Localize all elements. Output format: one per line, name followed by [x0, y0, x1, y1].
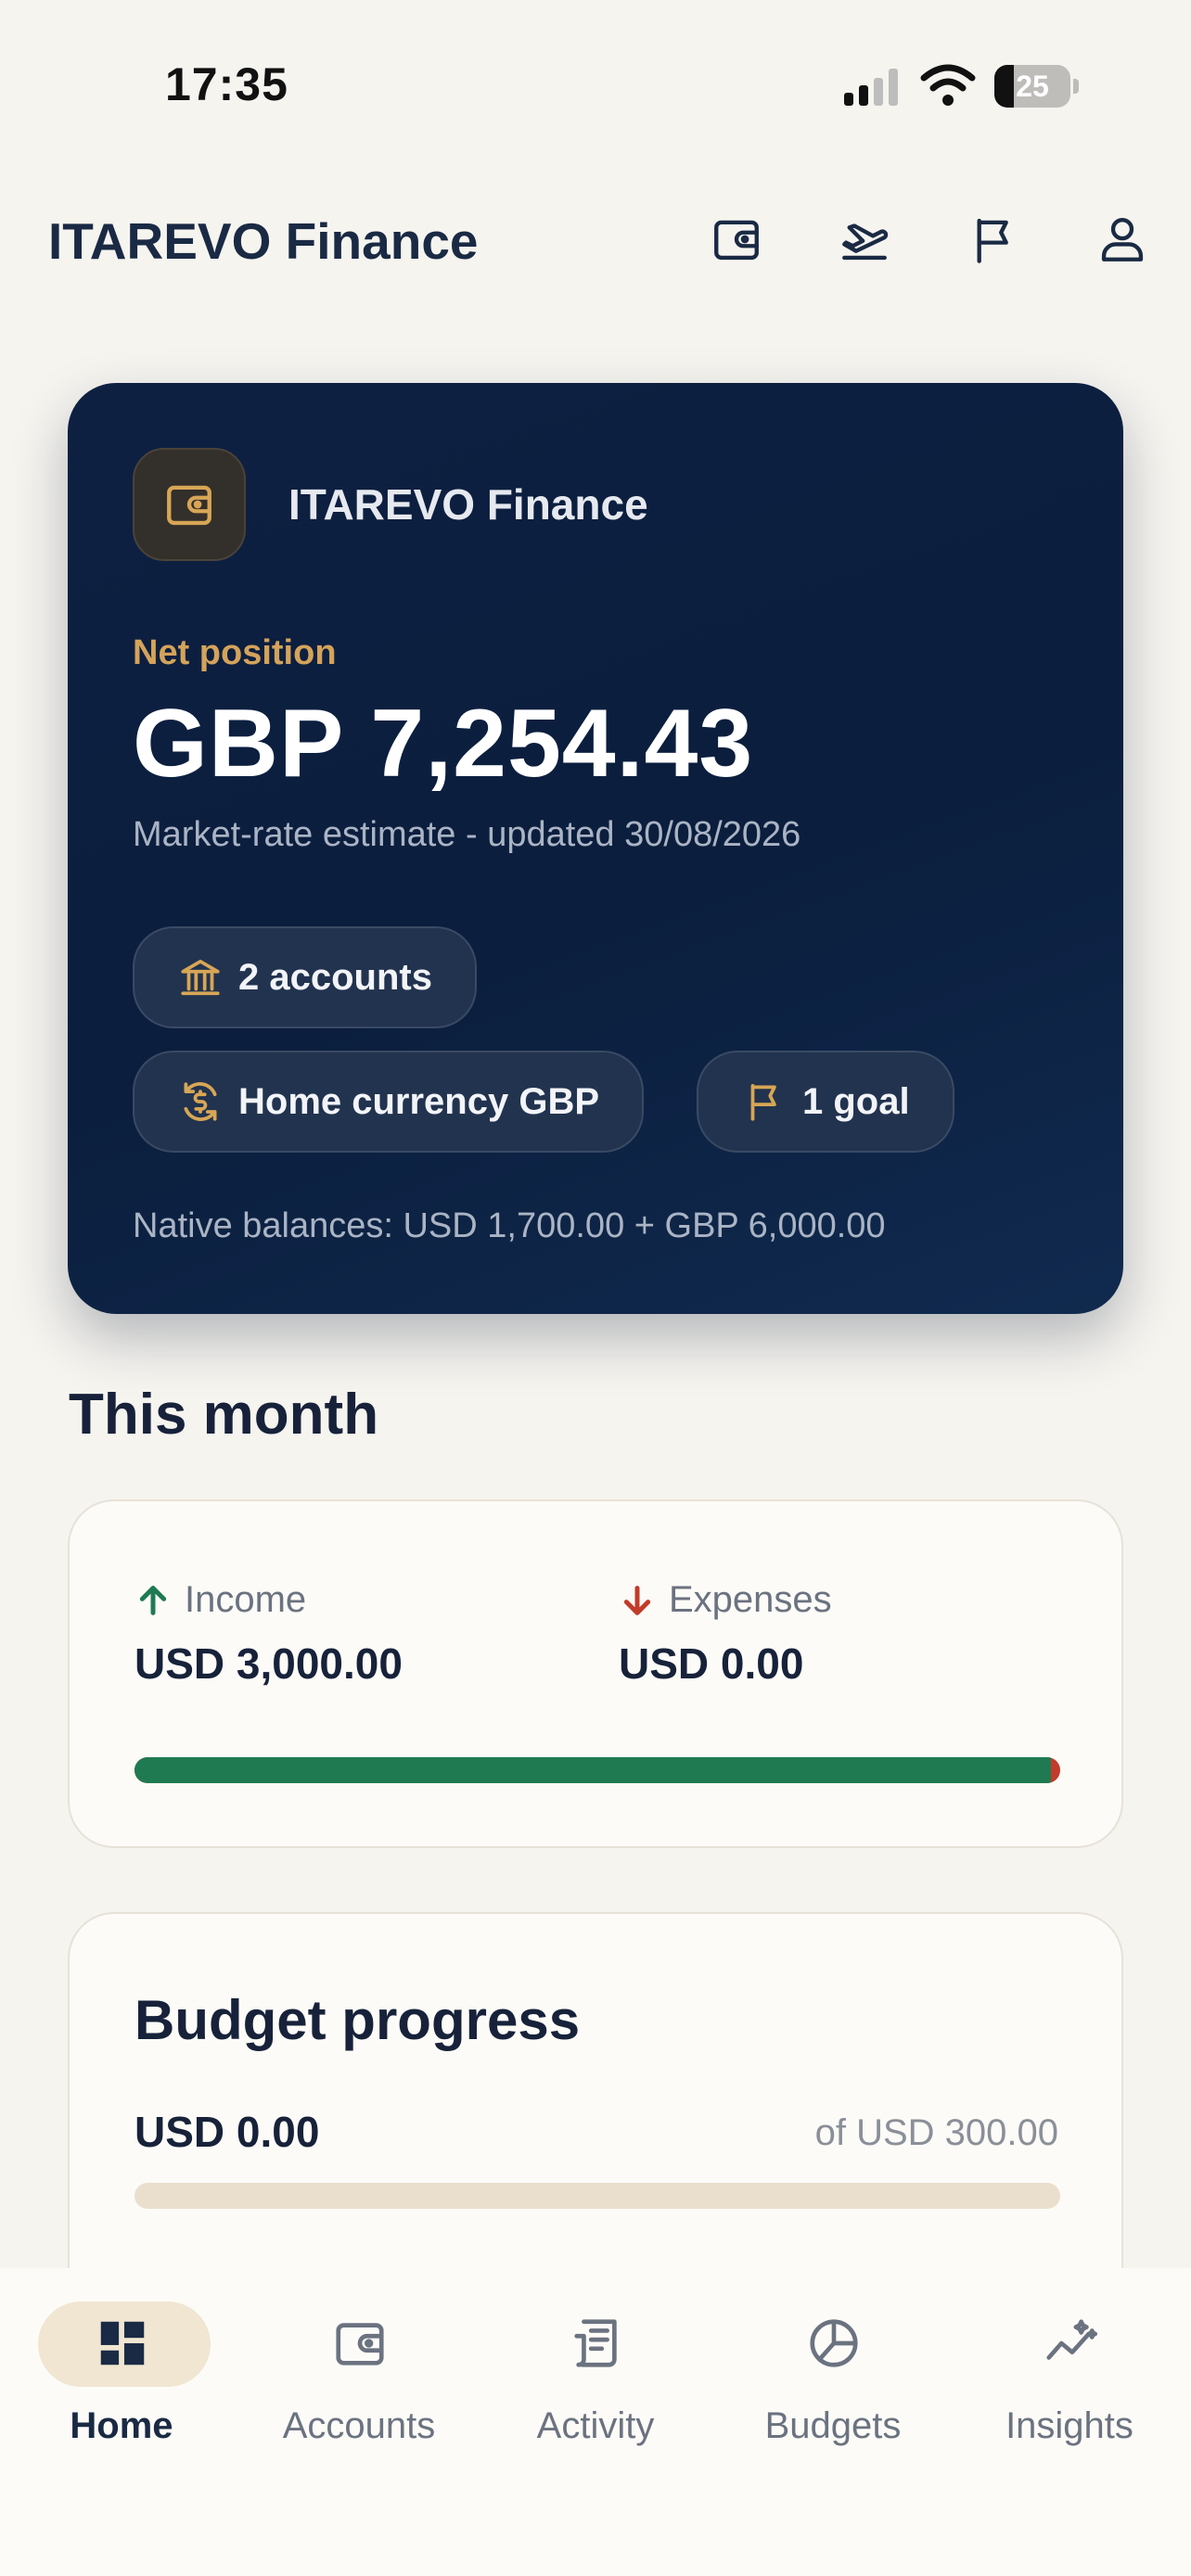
goals-chip[interactable]: 1 goal	[697, 1051, 954, 1153]
receipt-icon	[568, 2315, 625, 2372]
plane-departure-icon[interactable]	[835, 210, 894, 269]
nav-accounts[interactable]: Accounts	[240, 2268, 478, 2491]
nav-home[interactable]: Home	[3, 2268, 240, 2491]
nav-insights[interactable]: Insights	[951, 2268, 1188, 2491]
flag-icon[interactable]	[965, 210, 1024, 269]
net-position-value: GBP 7,254.43	[133, 690, 754, 797]
nav-budgets-label: Budgets	[764, 2405, 902, 2446]
this-month-card[interactable]: Income USD 3,000.00 Expenses USD 0.00	[68, 1499, 1123, 1848]
budget-limit: of USD 300.00	[814, 2112, 1058, 2153]
expenses-value: USD 0.00	[619, 1639, 804, 1688]
user-icon[interactable]	[1093, 210, 1152, 269]
income-share-fill	[134, 1757, 1052, 1783]
battery-percent: 25	[1016, 70, 1049, 103]
net-position-label: Net position	[133, 633, 337, 672]
pie-chart-icon	[805, 2315, 863, 2372]
hero-brand: ITAREVO Finance	[288, 480, 648, 529]
home-currency-chip[interactable]: Home currency GBP	[133, 1051, 645, 1153]
status-time: 17:35	[165, 58, 288, 110]
budget-spent: USD 0.00	[134, 2108, 320, 2156]
this-month-title: This month	[69, 1383, 379, 1447]
bottom-nav: Home Accounts Activity Budgets Insights	[0, 2268, 1191, 2576]
income-expense-bar	[134, 1757, 1060, 1783]
nav-home-label: Home	[70, 2405, 173, 2446]
battery-icon: 25	[994, 65, 1079, 108]
flag-icon	[750, 1083, 776, 1121]
wallet-logo-icon	[133, 448, 246, 561]
wallet-icon	[331, 2315, 389, 2372]
home-currency-chip-label: Home currency GBP	[238, 1080, 600, 1122]
nav-accounts-label: Accounts	[282, 2405, 436, 2446]
nav-activity[interactable]: Activity	[477, 2268, 714, 2491]
sparkle-trend-icon	[1042, 2315, 1099, 2372]
nav-insights-label: Insights	[1005, 2405, 1133, 2446]
cellular-signal-icon	[842, 67, 907, 108]
app-title: ITAREVO Finance	[48, 212, 479, 270]
income-label: Income	[134, 1579, 306, 1621]
dashboard-icon	[94, 2315, 151, 2372]
goals-chip-label: 1 goal	[802, 1080, 910, 1122]
wifi-icon	[920, 63, 976, 108]
arrow-down-icon	[623, 1585, 651, 1615]
wallet-icon[interactable]	[707, 210, 766, 269]
expenses-label: Expenses	[619, 1579, 832, 1621]
budget-progress-title: Budget progress	[134, 1989, 581, 2051]
income-value: USD 3,000.00	[134, 1639, 403, 1688]
net-position-card[interactable]: ITAREVO Finance Net position GBP 7,254.4…	[68, 383, 1123, 1314]
nav-budgets[interactable]: Budgets	[714, 2268, 952, 2491]
arrow-up-icon	[139, 1585, 167, 1615]
budget-progress-bar	[134, 2183, 1060, 2209]
accounts-chip[interactable]: 2 accounts	[133, 926, 477, 1028]
native-balances: Native balances: USD 1,700.00 + GBP 6,00…	[133, 1206, 886, 1245]
bank-icon	[181, 959, 220, 996]
nav-activity-label: Activity	[536, 2405, 655, 2446]
currency-exchange-icon	[184, 1082, 217, 1121]
net-position-subtitle: Market-rate estimate - updated 30/08/202…	[133, 815, 801, 854]
accounts-chip-label: 2 accounts	[238, 956, 432, 998]
status-bar: 17:35 25	[0, 0, 1191, 176]
